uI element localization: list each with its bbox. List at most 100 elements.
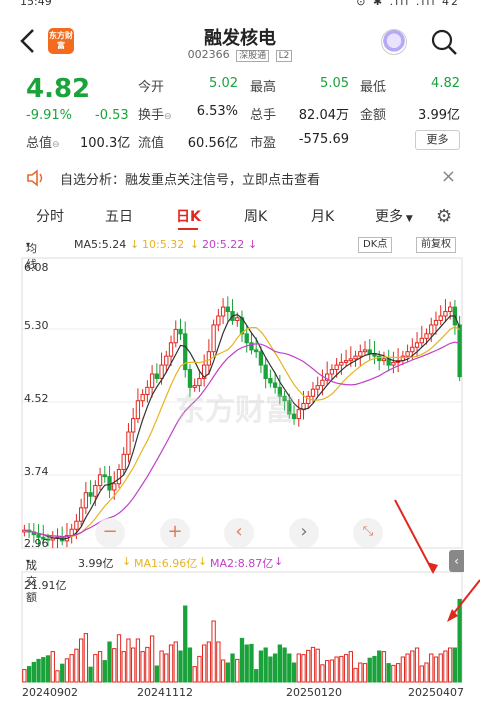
candle-body xyxy=(429,324,434,335)
volume-bar xyxy=(41,657,46,683)
volume-bar xyxy=(291,662,297,683)
volume-legend: 成交额 ▾ 3.99亿 ↓ MA1:6.96亿 ↓ MA2:8.87亿 ↓ xyxy=(26,555,284,604)
scroll-right-button[interactable]: › xyxy=(289,518,319,548)
volume-bar xyxy=(145,646,150,683)
collapse-side-tab[interactable]: ‹ xyxy=(449,550,464,572)
volume-bar xyxy=(419,665,424,683)
candle-body xyxy=(268,377,273,384)
volume-bar xyxy=(102,660,107,683)
volume-bar xyxy=(230,653,235,683)
candle-body xyxy=(419,337,424,344)
volume-bar xyxy=(429,653,434,683)
volume-bar xyxy=(22,669,27,683)
candle-body xyxy=(315,385,320,390)
vol-ma1-arrow: ↓ xyxy=(122,555,132,568)
volume-bar xyxy=(443,650,448,683)
ma20-line xyxy=(24,341,460,538)
volume-bar xyxy=(358,662,363,683)
candle-body xyxy=(78,507,84,522)
app-root: 15:49 ⊙ ✱ .ıll .ıll 42 东方财富 融发核电 002366 … xyxy=(0,0,480,713)
zoom-out-button[interactable]: − xyxy=(95,518,125,548)
volume-bar xyxy=(433,656,439,683)
y-tick-label: 2.96 xyxy=(24,537,49,550)
volume-bar xyxy=(159,650,164,683)
scroll-left-button[interactable]: ‹ xyxy=(224,518,254,548)
volume-bar xyxy=(306,649,311,683)
volume-bar xyxy=(178,650,183,683)
kline-chart[interactable] xyxy=(0,0,480,713)
candle-body xyxy=(254,349,259,353)
x-tick-label: 20250120 xyxy=(286,686,342,699)
volume-bar xyxy=(400,656,406,683)
candle-body xyxy=(159,364,164,379)
volume-bar xyxy=(149,635,155,683)
candle-body xyxy=(154,373,159,379)
volume-bar xyxy=(405,653,410,683)
volume-bar xyxy=(220,659,226,683)
candle-body xyxy=(358,351,363,357)
candle-body xyxy=(381,358,387,362)
volume-bar xyxy=(45,655,51,683)
volume-bar xyxy=(410,650,415,683)
volume-bar xyxy=(216,641,221,683)
candle-body xyxy=(149,373,155,388)
candle-body xyxy=(367,349,372,354)
candle-body xyxy=(343,360,349,363)
volume-bar xyxy=(414,647,420,683)
volume-bar xyxy=(211,620,216,683)
volume-bar xyxy=(36,658,41,683)
volume-bar xyxy=(235,658,240,683)
candle-body xyxy=(211,324,216,353)
watermark: 东方财富 xyxy=(175,393,295,428)
volume-bar xyxy=(353,667,358,683)
candle-body xyxy=(348,358,353,362)
candle-body xyxy=(102,474,107,478)
volume-bar xyxy=(183,605,188,683)
ma10-line xyxy=(24,325,460,538)
x-tick-label: 20241112 xyxy=(137,686,193,699)
candle-body xyxy=(334,364,339,371)
candle-body xyxy=(140,394,145,402)
volume-bar xyxy=(395,663,401,683)
y-tick-label: 6.08 xyxy=(24,261,49,274)
candle-body xyxy=(258,351,264,366)
volume-bar xyxy=(225,662,230,683)
candle-body xyxy=(74,520,79,530)
candle-body xyxy=(216,315,221,326)
candle-body xyxy=(131,418,136,433)
volume-bar xyxy=(107,641,112,683)
volume-bar xyxy=(249,643,254,683)
volume-bar xyxy=(88,666,93,683)
fullscreen-button[interactable]: ⤡ xyxy=(353,518,383,548)
candle-body xyxy=(220,306,226,317)
candle-body xyxy=(135,400,141,420)
candle-body xyxy=(121,453,126,470)
volume-bar xyxy=(339,655,344,683)
volume-bar xyxy=(268,656,273,683)
candle-body xyxy=(410,346,415,353)
volume-bar xyxy=(296,653,301,683)
candle-body xyxy=(362,349,368,353)
y-tick-label: 3.74 xyxy=(24,465,49,478)
candle-body xyxy=(112,483,117,491)
volume-bar xyxy=(168,644,174,683)
candle-body xyxy=(339,361,344,366)
volume-bar xyxy=(301,654,306,683)
candle-body xyxy=(424,333,429,339)
volume-bar xyxy=(263,647,268,683)
volume-bar xyxy=(244,644,249,683)
candle-body xyxy=(88,492,93,497)
x-tick-label: 20240902 xyxy=(22,686,78,699)
zoom-in-button[interactable]: + xyxy=(160,518,190,548)
volume-bar xyxy=(201,644,207,683)
volume-bar xyxy=(93,654,98,683)
vol-ma1-value: MA1:6.96亿 xyxy=(134,557,198,570)
volume-bar xyxy=(116,634,122,683)
candle-body xyxy=(320,379,325,387)
volume-bar xyxy=(69,654,74,683)
volume-bar xyxy=(386,663,391,683)
candle-body xyxy=(443,311,448,317)
candle-body xyxy=(414,342,420,348)
candle-body xyxy=(178,328,183,335)
volume-bar xyxy=(282,647,287,683)
